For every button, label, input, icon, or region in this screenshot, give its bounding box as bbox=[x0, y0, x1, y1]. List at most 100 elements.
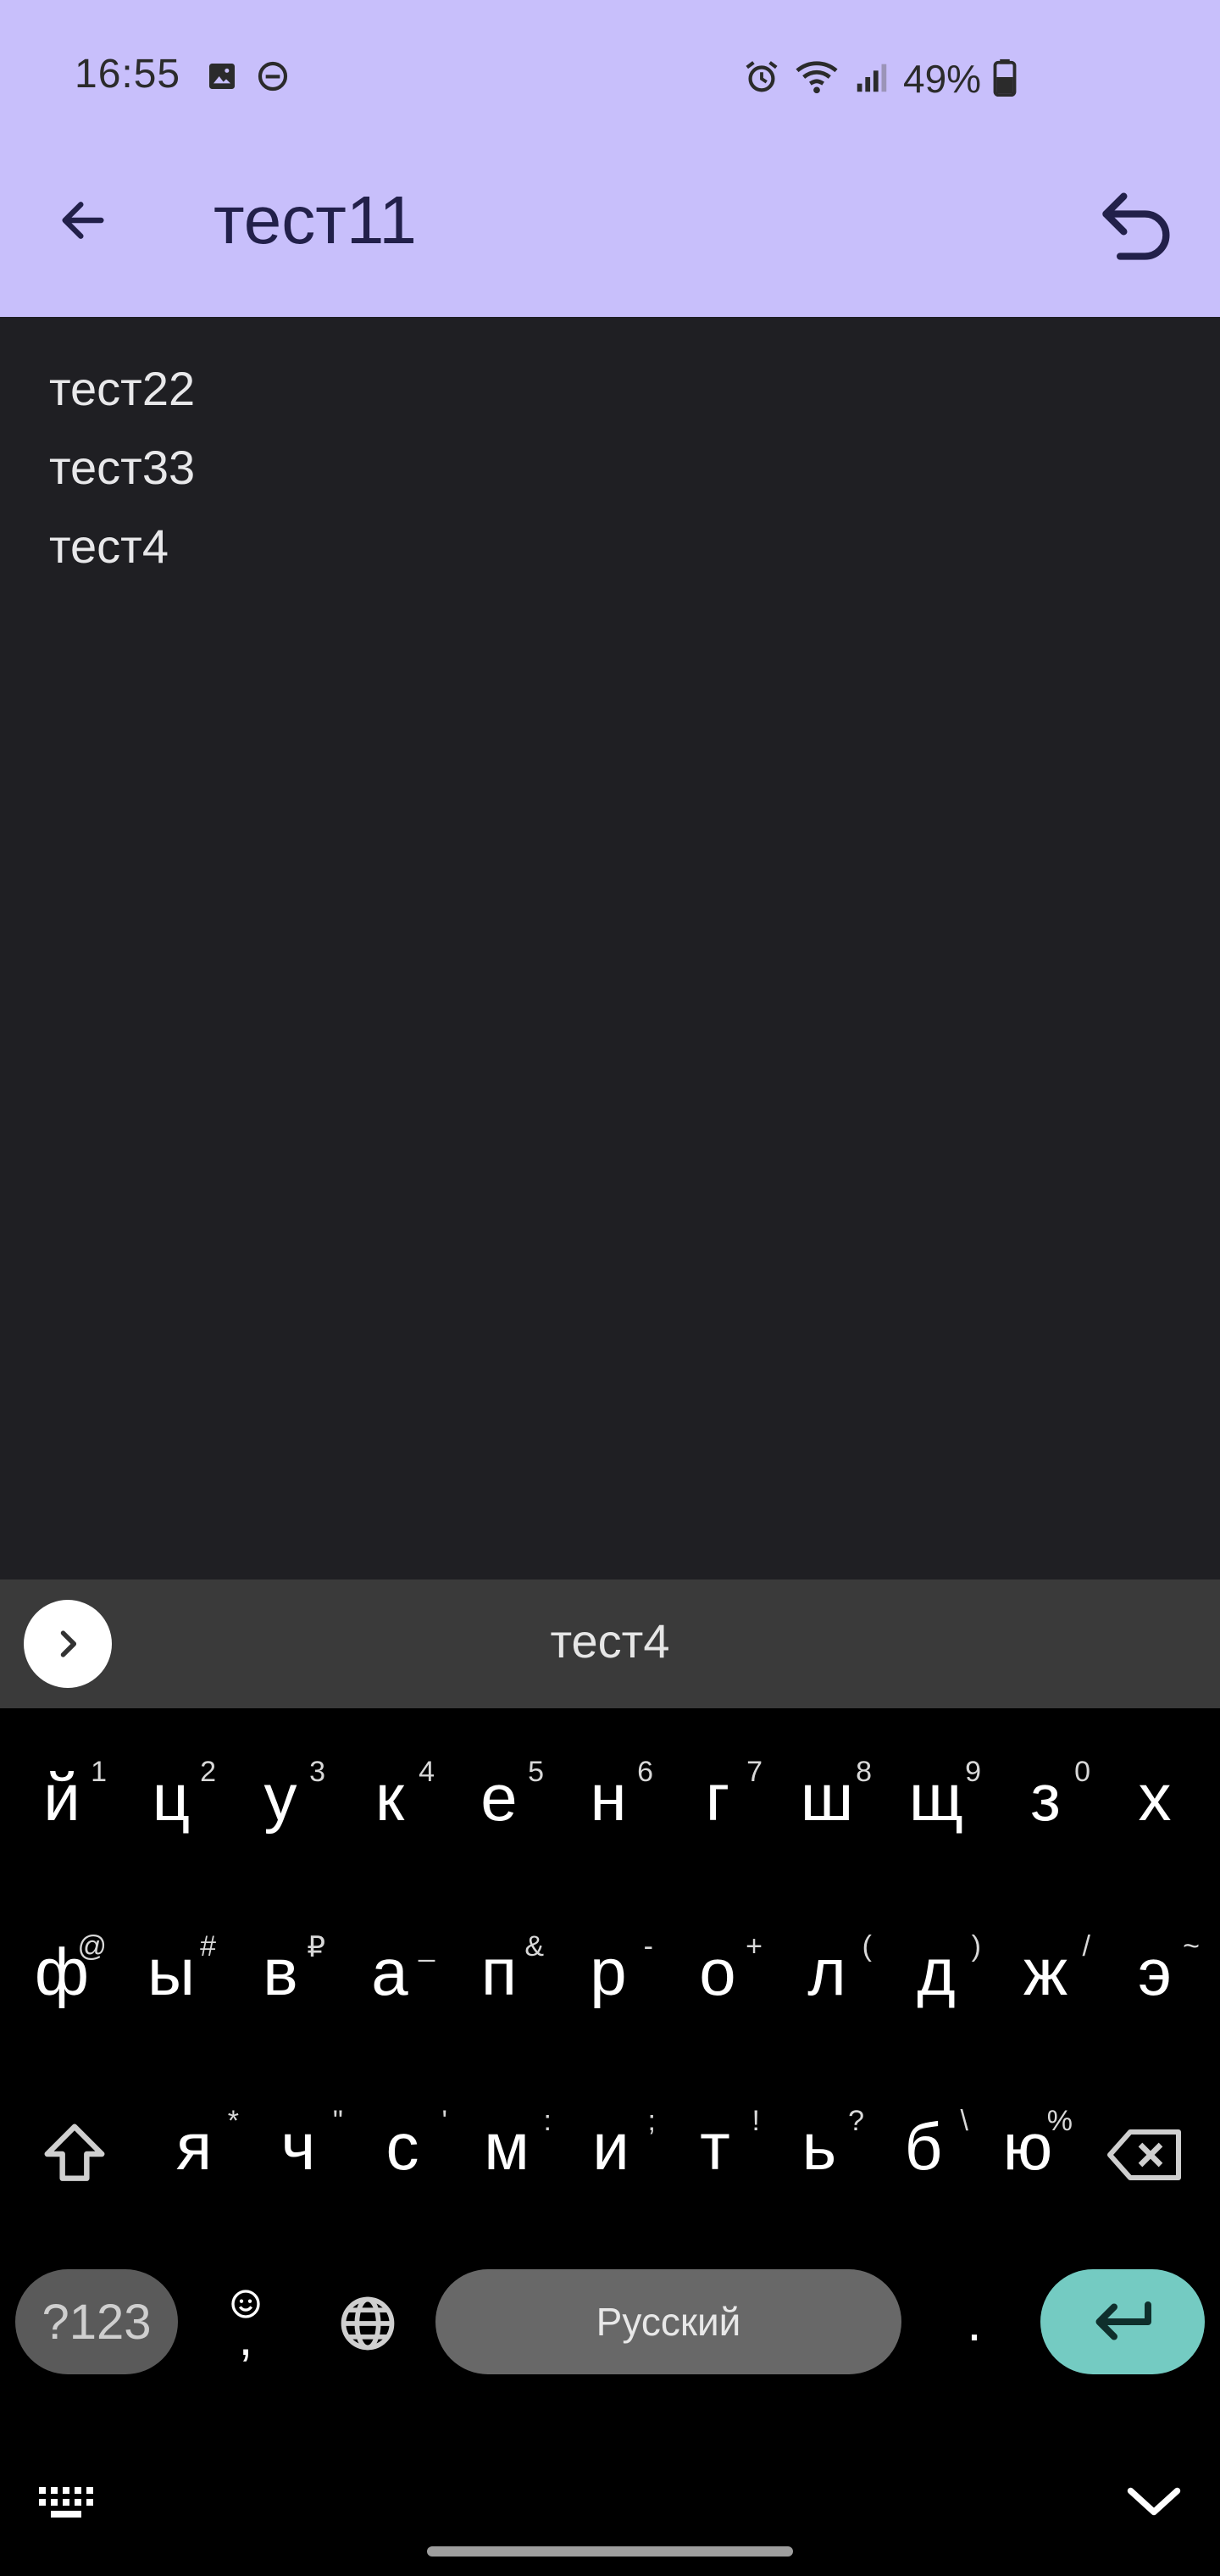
text-editor-area[interactable]: тест22 тест33 тест4 bbox=[0, 317, 1220, 1579]
key-с[interactable]: с ' bbox=[364, 2105, 448, 2193]
key-а[interactable]: а _ bbox=[352, 1930, 435, 2018]
period-key[interactable]: . bbox=[949, 2279, 1000, 2364]
key-hint: ? bbox=[848, 2105, 864, 2137]
status-icons-left bbox=[205, 59, 290, 97]
space-key[interactable]: Русский bbox=[435, 2269, 901, 2374]
battery-percent: 49% bbox=[903, 57, 982, 101]
key-hint: 3 bbox=[309, 1756, 325, 1788]
chevron-down-icon bbox=[1127, 2487, 1181, 2516]
key-hint: 2 bbox=[200, 1756, 216, 1788]
suggestion-word[interactable]: тест4 bbox=[0, 1613, 1220, 1668]
key-п[interactable]: п & bbox=[461, 1930, 544, 2018]
key-э[interactable]: э ~ bbox=[1117, 1930, 1200, 2018]
language-key[interactable] bbox=[332, 2288, 403, 2359]
key-hint: / bbox=[1082, 1930, 1090, 1963]
key-label: н bbox=[590, 1760, 627, 1835]
key-щ[interactable]: щ9 bbox=[898, 1756, 981, 1844]
key-hint: 6 bbox=[637, 1756, 653, 1788]
key-hint: 9 bbox=[965, 1756, 981, 1788]
keyboard-switch-button[interactable] bbox=[34, 2481, 102, 2523]
key-hint: ~ bbox=[1183, 1930, 1200, 1963]
text-line: тест22 bbox=[49, 362, 196, 415]
key-hint: ' bbox=[441, 2105, 448, 2137]
key-label: д bbox=[917, 1935, 956, 2009]
key-к[interactable]: к4 bbox=[352, 1756, 435, 1844]
signal-icon bbox=[852, 58, 891, 101]
key-label: щ bbox=[908, 1760, 964, 1835]
key-label: ь bbox=[801, 2109, 837, 2184]
key-н[interactable]: н6 bbox=[570, 1756, 653, 1844]
key-label: р bbox=[590, 1935, 627, 2009]
status-time: 16:55 bbox=[75, 52, 181, 97]
gallery-icon bbox=[205, 59, 239, 97]
key-hint: # bbox=[200, 1930, 216, 1963]
comma-label: , bbox=[238, 2309, 253, 2366]
key-hint: 0 bbox=[1074, 1756, 1090, 1788]
key-hint: ; bbox=[647, 2105, 656, 2137]
key-д[interactable]: д) bbox=[898, 1930, 981, 2018]
key-е[interactable]: е5 bbox=[461, 1756, 544, 1844]
enter-key[interactable] bbox=[1040, 2269, 1205, 2374]
key-hint: \ bbox=[960, 2105, 968, 2137]
status-icons-right: 49% bbox=[742, 56, 1017, 102]
key-в[interactable]: в ₽ bbox=[242, 1931, 325, 2018]
backspace-key[interactable] bbox=[1101, 2117, 1190, 2193]
key-hint: 4 bbox=[419, 1756, 435, 1788]
arrow-left-icon bbox=[62, 202, 104, 239]
key-г[interactable]: г7 bbox=[679, 1756, 762, 1844]
key-hint: " bbox=[332, 2105, 343, 2137]
key-ж[interactable]: ж / bbox=[1007, 1930, 1090, 2018]
key-ч[interactable]: ч " bbox=[260, 2105, 343, 2193]
key-й[interactable]: й1 bbox=[24, 1756, 107, 1844]
shift-key[interactable] bbox=[34, 2113, 115, 2195]
key-hint: ! bbox=[751, 2105, 760, 2137]
key-label: а bbox=[371, 1935, 408, 2009]
key-label: ц bbox=[152, 1760, 191, 1835]
key-label: о bbox=[699, 1935, 736, 2009]
hide-keyboard-button[interactable] bbox=[1120, 2474, 1188, 2529]
key-label: ы bbox=[147, 1935, 196, 2009]
key-з[interactable]: з0 bbox=[1007, 1756, 1090, 1844]
text-line: тест4 bbox=[49, 519, 169, 573]
key-б[interactable]: б \ bbox=[885, 2105, 968, 2193]
app-bar: тест11 bbox=[0, 156, 1220, 317]
key-о[interactable]: о + bbox=[679, 1930, 762, 2018]
gesture-nav-bar[interactable] bbox=[427, 2546, 793, 2557]
key-р[interactable]: р- bbox=[570, 1930, 653, 2018]
key-hint: 5 bbox=[528, 1756, 544, 1788]
key-ь[interactable]: ь? bbox=[781, 2105, 864, 2193]
key-hint: + bbox=[746, 1930, 762, 1963]
key-label: м bbox=[484, 2109, 530, 2184]
comma-key[interactable]: , bbox=[222, 2274, 269, 2368]
key-ц[interactable]: ц2 bbox=[133, 1756, 216, 1844]
shift-icon bbox=[44, 2124, 105, 2181]
key-ю[interactable]: ю% bbox=[990, 2105, 1073, 2193]
alarm-icon bbox=[742, 58, 781, 101]
key-и[interactable]: и; bbox=[573, 2105, 656, 2193]
battery-icon bbox=[993, 58, 1017, 101]
undo-button[interactable] bbox=[1091, 178, 1184, 271]
key-т[interactable]: т! bbox=[677, 2105, 760, 2193]
key-ы[interactable]: ы # bbox=[133, 1930, 216, 2018]
wifi-icon bbox=[793, 58, 840, 101]
key-label: т bbox=[700, 2109, 730, 2184]
key-у[interactable]: у3 bbox=[242, 1756, 326, 1844]
key-label: й bbox=[43, 1760, 80, 1835]
key-ф[interactable]: ф @ bbox=[24, 1930, 107, 2018]
symbols-key[interactable]: ?123 bbox=[15, 2269, 178, 2374]
text-line: тест33 bbox=[49, 441, 196, 494]
key-х[interactable]: х bbox=[1117, 1759, 1193, 1844]
key-я[interactable]: я * bbox=[156, 2105, 239, 2193]
key-label: п bbox=[480, 1935, 518, 2009]
keyboard-icon bbox=[39, 2487, 93, 2518]
key-м[interactable]: м: bbox=[469, 2105, 552, 2193]
key-label: з bbox=[1030, 1760, 1061, 1835]
back-button[interactable] bbox=[49, 186, 117, 254]
page-title: тест11 bbox=[214, 182, 417, 258]
key-л[interactable]: л( bbox=[789, 1930, 872, 2018]
key-label: в bbox=[263, 1935, 298, 2009]
undo-icon bbox=[1102, 192, 1170, 260]
globe-icon bbox=[341, 2296, 395, 2351]
key-ш[interactable]: ш8 bbox=[789, 1756, 872, 1844]
key-hint: % bbox=[1046, 2105, 1073, 2137]
